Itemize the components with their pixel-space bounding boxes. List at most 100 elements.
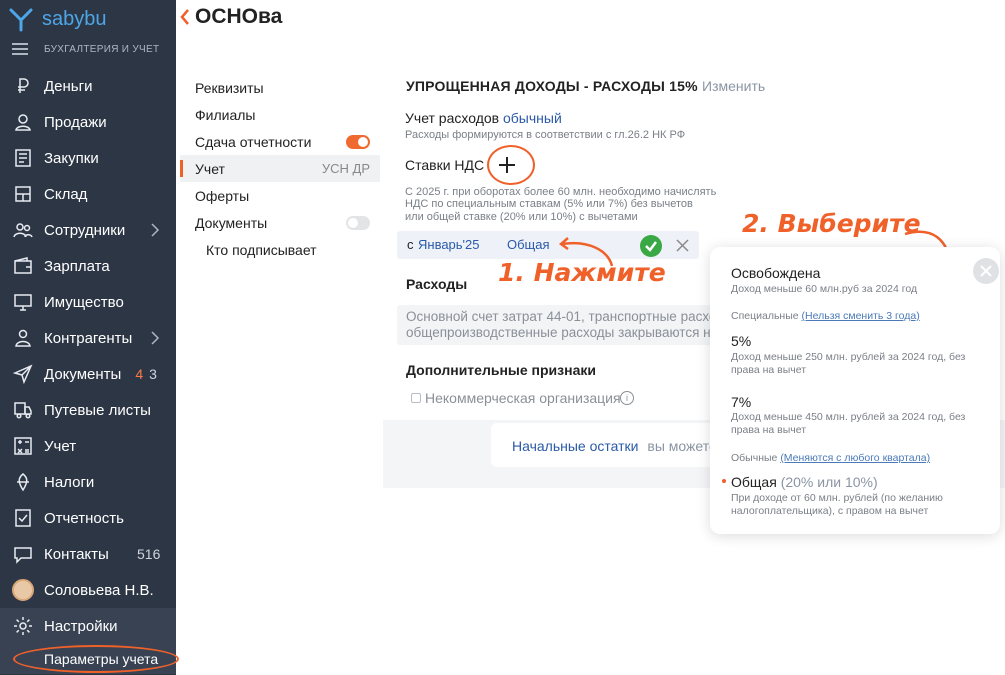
settings-nav-reporting[interactable]: Сдача отчетности: [180, 128, 380, 155]
new-count-badge: 4: [135, 366, 144, 382]
sidebar-item-employees[interactable]: Сотрудники: [0, 212, 176, 248]
highlight-oval: [487, 145, 535, 185]
sidebar-item-label: Продажи: [44, 113, 107, 131]
sales-person-icon: [12, 111, 34, 133]
sidebar-item-waybills[interactable]: Путевые листы: [0, 392, 176, 428]
vat-rate-value-link[interactable]: Общая: [507, 237, 550, 252]
avatar: [12, 579, 34, 601]
vat-rate-date-link[interactable]: Январь'25: [418, 237, 480, 252]
info-icon[interactable]: i: [620, 391, 634, 405]
tax-regime-title: УПРОЩЕННАЯ ДОХОДЫ - РАСХОДЫ 15%: [406, 78, 698, 94]
sidebar: sabybu БУХГАЛТЕРИЯ И УЧЕТ Деньги Продажи…: [0, 0, 176, 675]
confirm-button[interactable]: [640, 235, 662, 257]
nonprofit-checkbox[interactable]: [411, 393, 421, 403]
settings-nav-label: Кто подписывает: [206, 241, 317, 258]
sidebar-item-contacts[interactable]: Контакты 516: [0, 536, 176, 572]
opening-balances-row: Начальные остатки вы можете в: [512, 438, 728, 454]
nonprofit-label: Некоммерческая организация: [425, 390, 621, 406]
receipt-icon: [12, 147, 34, 169]
expenses-textarea[interactable]: Основной счет затрат 44-01, транспортные…: [397, 305, 727, 345]
vat-note-2: или общей ставке (20% или 10%) с вычетам…: [405, 211, 638, 223]
sidebar-item-label: Закупки: [44, 149, 99, 167]
option-7-percent[interactable]: 7%: [731, 394, 751, 410]
settings-nav-branches[interactable]: Филиалы: [180, 101, 380, 128]
settings-nav-documents[interactable]: Документы: [180, 209, 380, 236]
sidebar-item-settings[interactable]: Настройки: [0, 608, 176, 644]
employees-icon: [12, 219, 34, 241]
documents-toggle[interactable]: [346, 216, 370, 230]
tax-regime-badge: УСН ДР: [321, 161, 370, 176]
sidebar-item-accounting[interactable]: Учет: [0, 428, 176, 464]
popup-close-button[interactable]: [973, 258, 999, 284]
saby-logo-icon: [9, 8, 33, 32]
tax-icon: [12, 471, 34, 493]
sidebar-item-label: Настройки: [44, 617, 118, 635]
sidebar-item-warehouse[interactable]: Склад: [0, 176, 176, 212]
special-rates-link[interactable]: (Нельзя сменить 3 года): [802, 310, 920, 322]
option-general-rates: (20% или 10%): [780, 474, 878, 490]
app-section-title: БУХГАЛТЕРИЯ И УЧЕТ: [44, 43, 160, 55]
option-exempt[interactable]: Освобождена: [731, 265, 820, 281]
truck-icon: [12, 399, 34, 421]
option-7-desc-2: права на вычет: [731, 424, 807, 436]
option-7-desc: Доход меньше 450 млн. рублей за 2024 год…: [731, 411, 966, 423]
back-chevron-icon[interactable]: [180, 8, 190, 26]
sidebar-item-salary[interactable]: Зарплата: [0, 248, 176, 284]
sidebar-item-reporting[interactable]: Отчетность: [0, 500, 176, 536]
option-5-percent[interactable]: 5%: [731, 333, 751, 349]
reporting-toggle[interactable]: [346, 135, 370, 149]
app-section: БУХГАЛТЕРИЯ И УЧЕТ: [12, 43, 159, 55]
general-rates-label: Обычные: [731, 452, 778, 464]
expense-accounting-row: Учет расходов обычный: [405, 110, 562, 126]
option-general-desc-2: налогоплательщика), с правом на вычет: [731, 505, 929, 517]
special-rates-label: Специальные: [731, 310, 799, 322]
sidebar-item-contractors[interactable]: Контрагенты: [0, 320, 176, 356]
brand-logo[interactable]: sabybu: [8, 6, 107, 32]
sidebar-item-purchases[interactable]: Закупки: [0, 140, 176, 176]
sidebar-item-documents[interactable]: Документы 4 3: [0, 356, 176, 392]
sidebar-item-user-profile[interactable]: Соловьева Н.В.: [0, 572, 176, 608]
page-title: ОСНОва: [195, 5, 283, 28]
settings-nav-offers[interactable]: Оферты: [180, 182, 380, 209]
sidebar-nav: Деньги Продажи Закупки Склад Сотрудники …: [0, 68, 176, 644]
report-icon: [12, 507, 34, 529]
expense-accounting-value-link[interactable]: обычный: [503, 110, 562, 126]
annotation-step2: 2. Выберите: [742, 209, 921, 238]
settings-nav-accounting[interactable]: Учет УСН ДР: [180, 155, 380, 182]
send-icon: [12, 363, 34, 385]
sidebar-item-label: Путевые листы: [44, 401, 151, 419]
gear-icon: [12, 615, 34, 637]
monitor-icon: [12, 291, 34, 313]
settings-nav-label: Сдача отчетности: [195, 133, 312, 150]
ruble-icon: [12, 75, 34, 97]
general-rates-link[interactable]: (Меняются с любого квартала): [780, 452, 930, 464]
special-rates-header: Специальные (Нельзя сменить 3 года): [731, 310, 920, 322]
option-general[interactable]: Общая (20% или 10%): [731, 474, 878, 490]
settings-nav: Реквизиты Филиалы Сдача отчетности Учет …: [180, 74, 380, 263]
option-general-title: Общая: [731, 474, 777, 490]
close-icon[interactable]: [676, 239, 689, 252]
sidebar-item-taxes[interactable]: Налоги: [0, 464, 176, 500]
contractor-icon: [12, 327, 34, 349]
hamburger-icon[interactable]: [12, 43, 28, 55]
selected-indicator: [722, 479, 726, 483]
settings-nav-label: Учет: [195, 160, 225, 177]
sidebar-item-label: Зарплата: [44, 257, 110, 275]
check-icon: [645, 241, 657, 252]
sidebar-item-label: Склад: [44, 185, 88, 203]
vat-rates-label: Ставки НДС: [405, 157, 485, 173]
change-link[interactable]: Изменить: [702, 78, 765, 94]
settings-nav-signers[interactable]: Кто подписывает: [180, 236, 380, 263]
sidebar-item-label: Контакты: [44, 545, 109, 563]
brand-name: sabybu: [42, 7, 107, 30]
annotation-step1: 1. Нажмите: [498, 258, 666, 287]
sidebar-item-label: Деньги: [44, 77, 93, 95]
option-general-desc: При доходе от 60 млн. рублей (по желанию: [731, 492, 943, 504]
sidebar-item-money[interactable]: Деньги: [0, 68, 176, 104]
settings-nav-details[interactable]: Реквизиты: [180, 74, 380, 101]
sidebar-item-label: Контрагенты: [44, 329, 133, 347]
option-5-desc: Доход меньше 250 млн. рублей за 2024 год…: [731, 351, 966, 363]
sidebar-item-sales[interactable]: Продажи: [0, 104, 176, 140]
opening-balances-link[interactable]: Начальные остатки: [512, 438, 638, 454]
sidebar-item-property[interactable]: Имущество: [0, 284, 176, 320]
